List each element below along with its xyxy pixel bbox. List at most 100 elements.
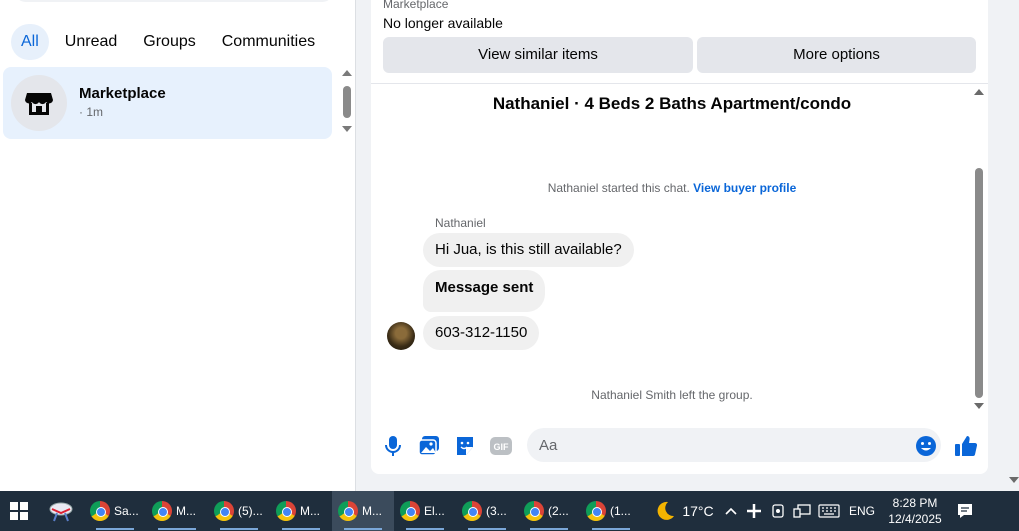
microphone-icon[interactable] xyxy=(381,434,405,458)
listing-status: No longer available xyxy=(383,15,503,31)
page-scroll-down-arrow[interactable] xyxy=(1009,477,1019,483)
network-icon xyxy=(793,504,811,518)
taskbar-app-label: (1... xyxy=(610,504,631,518)
chat-started-text: Nathaniel started this chat. xyxy=(547,181,690,195)
conversation-item-marketplace[interactable]: Marketplace · 1m xyxy=(3,67,332,139)
taskbar-app-label: (3... xyxy=(486,504,507,518)
chat-started-notice: Nathaniel started this chat. View buyer … xyxy=(371,181,973,195)
list-scroll-up-arrow[interactable] xyxy=(342,70,352,76)
message-bubble: Hi Jua, is this still available? xyxy=(423,233,634,267)
input-language-button[interactable]: ENG xyxy=(844,491,880,531)
message-composer: GIF xyxy=(371,424,988,468)
filter-all[interactable]: All xyxy=(11,24,49,60)
taskbar-app-1[interactable]: M... xyxy=(146,491,208,531)
chrome-icon xyxy=(214,501,234,521)
search-bar[interactable] xyxy=(14,0,334,2)
taskbar-app-label: M... xyxy=(362,504,382,518)
moon-icon xyxy=(657,501,675,520)
image-icon[interactable] xyxy=(417,434,441,458)
conversation-time: · 1m xyxy=(79,105,103,119)
taskbar-app-3[interactable]: M... xyxy=(270,491,332,531)
weather-temperature: 17°C xyxy=(682,503,714,519)
chrome-icon xyxy=(276,501,296,521)
chat-scroll-up-arrow[interactable] xyxy=(974,89,984,95)
chrome-icon xyxy=(462,501,482,521)
pinned-app-button[interactable] xyxy=(38,491,84,531)
keyboard-icon xyxy=(818,504,840,518)
windows-taskbar: Sa... M... (5)... M... M... El... (3... … xyxy=(0,491,1019,531)
chevron-up-icon xyxy=(725,507,737,515)
storefront-icon xyxy=(25,93,53,115)
taskbar-app-label: Sa... xyxy=(114,504,139,518)
location-icon xyxy=(772,504,784,518)
message-bubble: Message sent xyxy=(423,270,546,312)
start-button[interactable] xyxy=(0,491,38,531)
taskbar-app-4[interactable]: M... xyxy=(332,491,394,531)
filter-groups[interactable]: Groups xyxy=(133,24,205,60)
tray-app-button[interactable] xyxy=(742,491,766,531)
listing-label: Marketplace xyxy=(383,0,449,11)
list-scrollbar-thumb[interactable] xyxy=(343,86,351,118)
list-scroll-down-arrow[interactable] xyxy=(342,126,352,132)
sender-avatar[interactable] xyxy=(387,322,415,350)
chrome-icon xyxy=(338,501,358,521)
running-indicator xyxy=(592,528,630,530)
message-bubble: 603-312-1150 xyxy=(423,316,540,350)
taskbar-app-label: M... xyxy=(300,504,320,518)
plus-icon xyxy=(747,504,761,518)
chat-scroll-down-arrow[interactable] xyxy=(974,403,984,409)
conversation-filters: All Unread Groups Communities xyxy=(11,24,325,60)
taskbar-app-label: El... xyxy=(424,504,445,518)
message-input[interactable] xyxy=(527,428,941,462)
left-group-notice: Nathaniel Smith left the group. xyxy=(591,388,753,402)
running-indicator xyxy=(220,528,258,530)
running-indicator xyxy=(158,528,196,530)
pinned-app-icon xyxy=(49,502,73,522)
chat-panel: Marketplace No longer available View sim… xyxy=(371,0,988,474)
header-divider xyxy=(371,83,988,84)
taskbar-app-label: (5)... xyxy=(238,504,263,518)
chrome-icon xyxy=(400,501,420,521)
touch-keyboard-button[interactable] xyxy=(814,491,844,531)
running-indicator xyxy=(344,528,382,530)
filter-communities[interactable]: Communities xyxy=(212,24,325,60)
chrome-icon xyxy=(90,501,110,521)
clock-date: 12/4/2025 xyxy=(888,512,942,526)
notification-icon xyxy=(958,504,972,518)
taskbar-app-8[interactable]: (1... xyxy=(580,491,642,531)
running-indicator xyxy=(96,528,134,530)
emoji-icon[interactable] xyxy=(914,434,938,458)
clock-time: 8:28 PM xyxy=(892,496,938,510)
location-tray-button[interactable] xyxy=(766,491,790,531)
taskbar-app-6[interactable]: (3... xyxy=(456,491,518,531)
chrome-icon xyxy=(152,501,172,521)
taskbar-app-2[interactable]: (5)... xyxy=(208,491,270,531)
view-similar-items-button[interactable]: View similar items xyxy=(383,37,693,73)
running-indicator xyxy=(530,528,568,530)
sticker-icon[interactable] xyxy=(453,434,477,458)
view-buyer-profile-link[interactable]: View buyer profile xyxy=(693,181,796,195)
windows-logo-icon xyxy=(10,502,28,520)
marketplace-avatar xyxy=(11,75,67,131)
notifications-button[interactable] xyxy=(950,491,980,531)
taskbar-app-0[interactable]: Sa... xyxy=(84,491,146,531)
weather-widget[interactable]: 17°C xyxy=(648,491,720,531)
more-options-button[interactable]: More options xyxy=(697,37,976,73)
conversation-list-panel: All Unread Groups Communities Marketplac… xyxy=(0,0,356,491)
show-hidden-icons-button[interactable] xyxy=(720,491,742,531)
conversation-title: Marketplace xyxy=(79,85,166,102)
filter-unread[interactable]: Unread xyxy=(55,24,127,60)
like-icon[interactable] xyxy=(954,434,978,458)
taskbar-app-7[interactable]: (2... xyxy=(518,491,580,531)
chrome-icon xyxy=(586,501,606,521)
taskbar-app-5[interactable]: El... xyxy=(394,491,456,531)
running-indicator xyxy=(282,528,320,530)
clock-button[interactable]: 8:28 PM 12/4/2025 xyxy=(880,491,950,531)
gif-icon[interactable]: GIF xyxy=(489,434,513,458)
chrome-icon xyxy=(524,501,544,521)
network-tray-button[interactable] xyxy=(790,491,814,531)
running-indicator xyxy=(406,528,444,530)
message-sender-name: Nathaniel xyxy=(435,216,486,230)
running-indicator xyxy=(468,528,506,530)
chat-scrollbar-thumb[interactable] xyxy=(975,168,983,398)
